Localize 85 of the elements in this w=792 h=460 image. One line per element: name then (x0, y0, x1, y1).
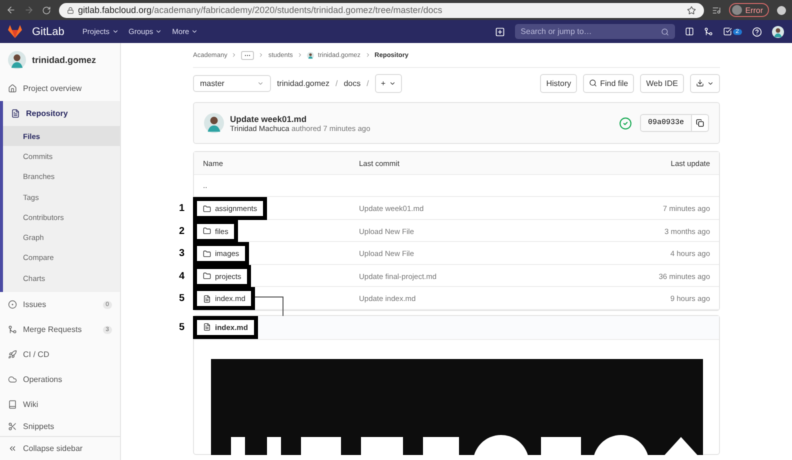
sidebar-item-icon (11, 109, 20, 118)
folder-icon (203, 227, 211, 235)
issues-icon[interactable] (684, 27, 694, 36)
user-avatar-icon (772, 26, 784, 38)
sidebar-item-icon (8, 325, 17, 334)
search-icon (589, 79, 598, 87)
caret-icon (112, 28, 119, 35)
star-icon[interactable] (687, 6, 696, 14)
fox-logo-icon[interactable] (8, 25, 22, 38)
download-icon (696, 79, 704, 87)
sidebar-item[interactable]: Operations (0, 367, 120, 392)
sidebar-item[interactable]: Project overview (0, 76, 120, 101)
forward-icon[interactable] (24, 5, 34, 15)
back-icon[interactable] (6, 5, 16, 15)
sidebar-item-label: Wiki (23, 400, 38, 410)
annotation-number: 5 (179, 322, 185, 332)
annotation-number: 4 (179, 270, 185, 282)
folder-icon (203, 272, 211, 280)
sidebar-item-label: Merge Requests (23, 325, 82, 334)
add-button[interactable]: + (374, 74, 402, 92)
sidebar-item[interactable]: Snippets (0, 417, 120, 436)
sidebar-item-icon (8, 400, 17, 410)
sidebar-item-icon (8, 375, 17, 384)
chevron-right-icon (296, 52, 303, 58)
sidebar-item-label: CI / CD (23, 350, 50, 360)
sidebar-item-label: Issues (23, 300, 46, 310)
chevron-right-icon (364, 52, 371, 58)
file-icon (203, 323, 211, 331)
sidebar-item-label: Snippets (23, 422, 54, 432)
caret-icon (707, 80, 714, 86)
project-name[interactable]: trinidad.gomez (32, 54, 96, 64)
sidebar-item-label: Project overview (23, 84, 82, 93)
brand-name[interactable]: GitLab (32, 26, 64, 38)
path-segment[interactable]: docs (344, 78, 361, 88)
sidebar-item-label: Repository (26, 109, 68, 118)
commit-title[interactable]: Update week01.md (230, 114, 370, 124)
reload-icon[interactable] (42, 6, 51, 14)
file-icon (203, 294, 211, 302)
author-avatar-icon (204, 113, 224, 133)
lock-icon (67, 6, 74, 14)
download-button[interactable] (690, 74, 720, 92)
search-field[interactable]: Search or jump to… (514, 24, 675, 39)
path-separator: / (366, 78, 369, 88)
address-bar[interactable]: gitlab.fabcloud.org/academany/fabricademy/2020/students/trinidad.gomez/tree/master/docs (59, 2, 704, 18)
sidebar-item-icon (8, 422, 17, 432)
help-icon[interactable] (752, 26, 762, 36)
caret-icon (257, 80, 264, 86)
chevron-right-icon (231, 52, 238, 58)
copy-icon (696, 119, 704, 127)
sidebar-item[interactable]: Wiki (0, 392, 120, 418)
extension-icon[interactable] (777, 6, 786, 14)
sidebar-item-icon (8, 350, 17, 360)
playlist-icon[interactable] (712, 6, 722, 14)
annotation-number: 3 (179, 248, 185, 259)
folder-icon (203, 204, 211, 212)
sidebar-item-label: Operations (23, 375, 62, 384)
url-text: gitlab.fabcloud.org/academany/fabricademy/2020/students/trinidad.gomez/tree/master/docs (78, 5, 442, 15)
avatar-icon (306, 52, 314, 58)
toolbar-button[interactable]: History (540, 74, 578, 92)
sidebar-item[interactable]: CI / CD (0, 342, 120, 368)
annotation-number: 2 (179, 226, 185, 236)
profile-button[interactable]: Error (729, 3, 769, 17)
path-separator: / (335, 78, 338, 88)
todo-icon[interactable] (722, 27, 732, 36)
more-button[interactable] (241, 50, 254, 60)
annotation-number: 5 (179, 293, 185, 304)
caret-icon (388, 80, 396, 86)
caret-icon (191, 28, 198, 35)
path-segment[interactable]: trinidad.gomez (277, 78, 330, 88)
project-avatar-icon (8, 50, 26, 68)
merge-request-icon[interactable] (704, 27, 713, 36)
chevrons-left-icon (8, 444, 17, 453)
sidebar-item-icon (8, 300, 17, 310)
annotation-number: 1 (179, 203, 185, 214)
find-file-button[interactable]: Find file (583, 74, 634, 92)
chevron-right-icon (258, 52, 264, 58)
sidebar-item-icon (8, 84, 17, 93)
caret-icon (155, 28, 162, 35)
copy-button[interactable] (692, 114, 709, 132)
folder-icon (203, 250, 211, 258)
avatar-icon (732, 5, 742, 15)
toolbar-button[interactable]: Web IDE (640, 74, 684, 92)
plus-square-icon[interactable] (494, 26, 505, 36)
search-icon (660, 28, 669, 36)
branch-select[interactable]: master (193, 74, 271, 92)
